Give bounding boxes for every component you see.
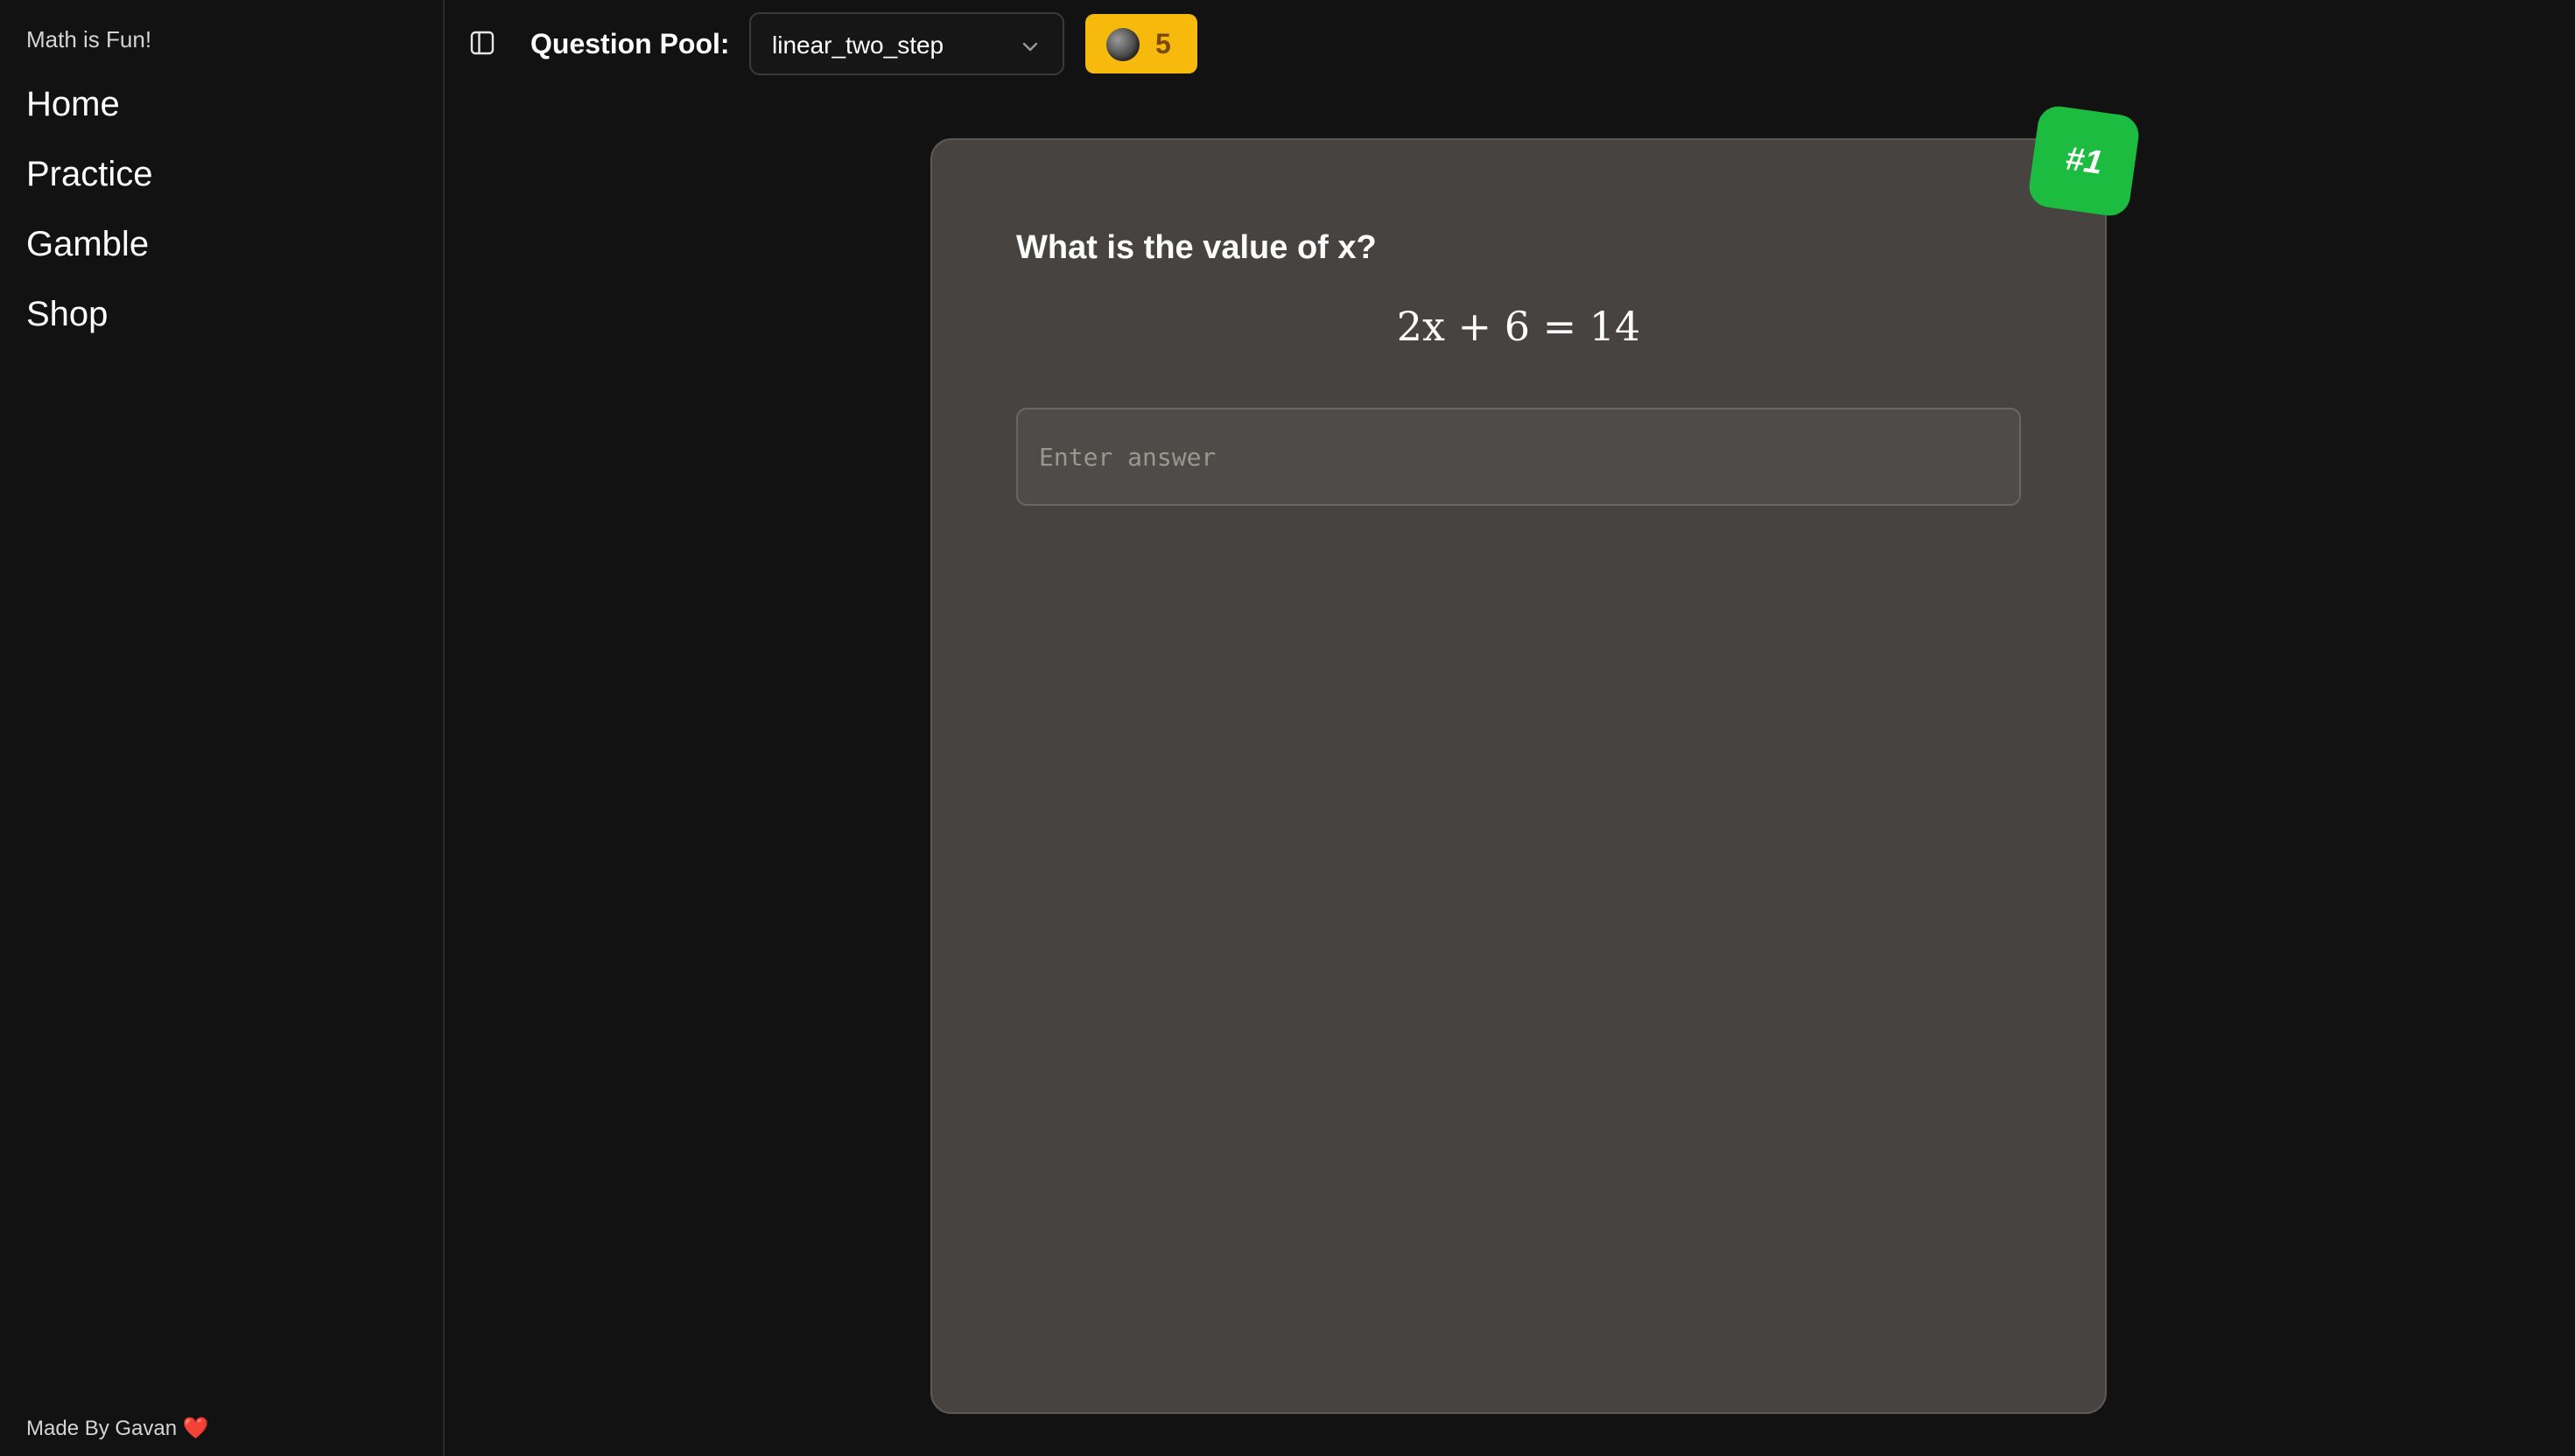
app-root: Math is Fun! Home Practice Gamble Shop M… [0,0,2575,1456]
coin-count: 5 [1155,28,1171,60]
question-pool-select[interactable]: linear_two_step [749,12,1064,75]
question-equation: 2x + 6 = 14 [932,303,2105,350]
footer-text: Made By Gavan [26,1417,178,1440]
sidebar-item-shop[interactable]: Shop [26,290,153,360]
sidebar-item-practice[interactable]: Practice [26,150,153,220]
heart-icon: ❤️ [182,1417,209,1440]
question-pool-label: Question Pool: [530,28,730,60]
panel-left-icon[interactable] [469,30,495,56]
sidebar: Math is Fun! Home Practice Gamble Shop M… [0,0,445,1456]
coin-icon [1106,28,1140,61]
sidebar-item-gamble[interactable]: Gamble [26,220,153,290]
question-number-badge: #1 [2026,103,2142,219]
chevron-down-icon [1021,37,1040,56]
answer-input[interactable] [1016,408,2021,506]
sidebar-footer: Made By Gavan ❤️ [26,1416,209,1441]
sidebar-nav: Home Practice Gamble Shop [26,80,153,360]
question-card: What is the value of x? 2x + 6 = 14 [930,138,2107,1414]
equation-text: 2x + 6 = 14 [1396,303,1641,350]
question-pool-value: linear_two_step [772,32,944,59]
brand-title: Math is Fun! [26,26,152,52]
coin-balance-badge[interactable]: 5 [1085,14,1197,74]
sidebar-item-home[interactable]: Home [26,80,153,150]
top-bar: Question Pool: linear_two_step 5 [446,0,2575,88]
question-title: What is the value of x? [1016,229,1377,266]
